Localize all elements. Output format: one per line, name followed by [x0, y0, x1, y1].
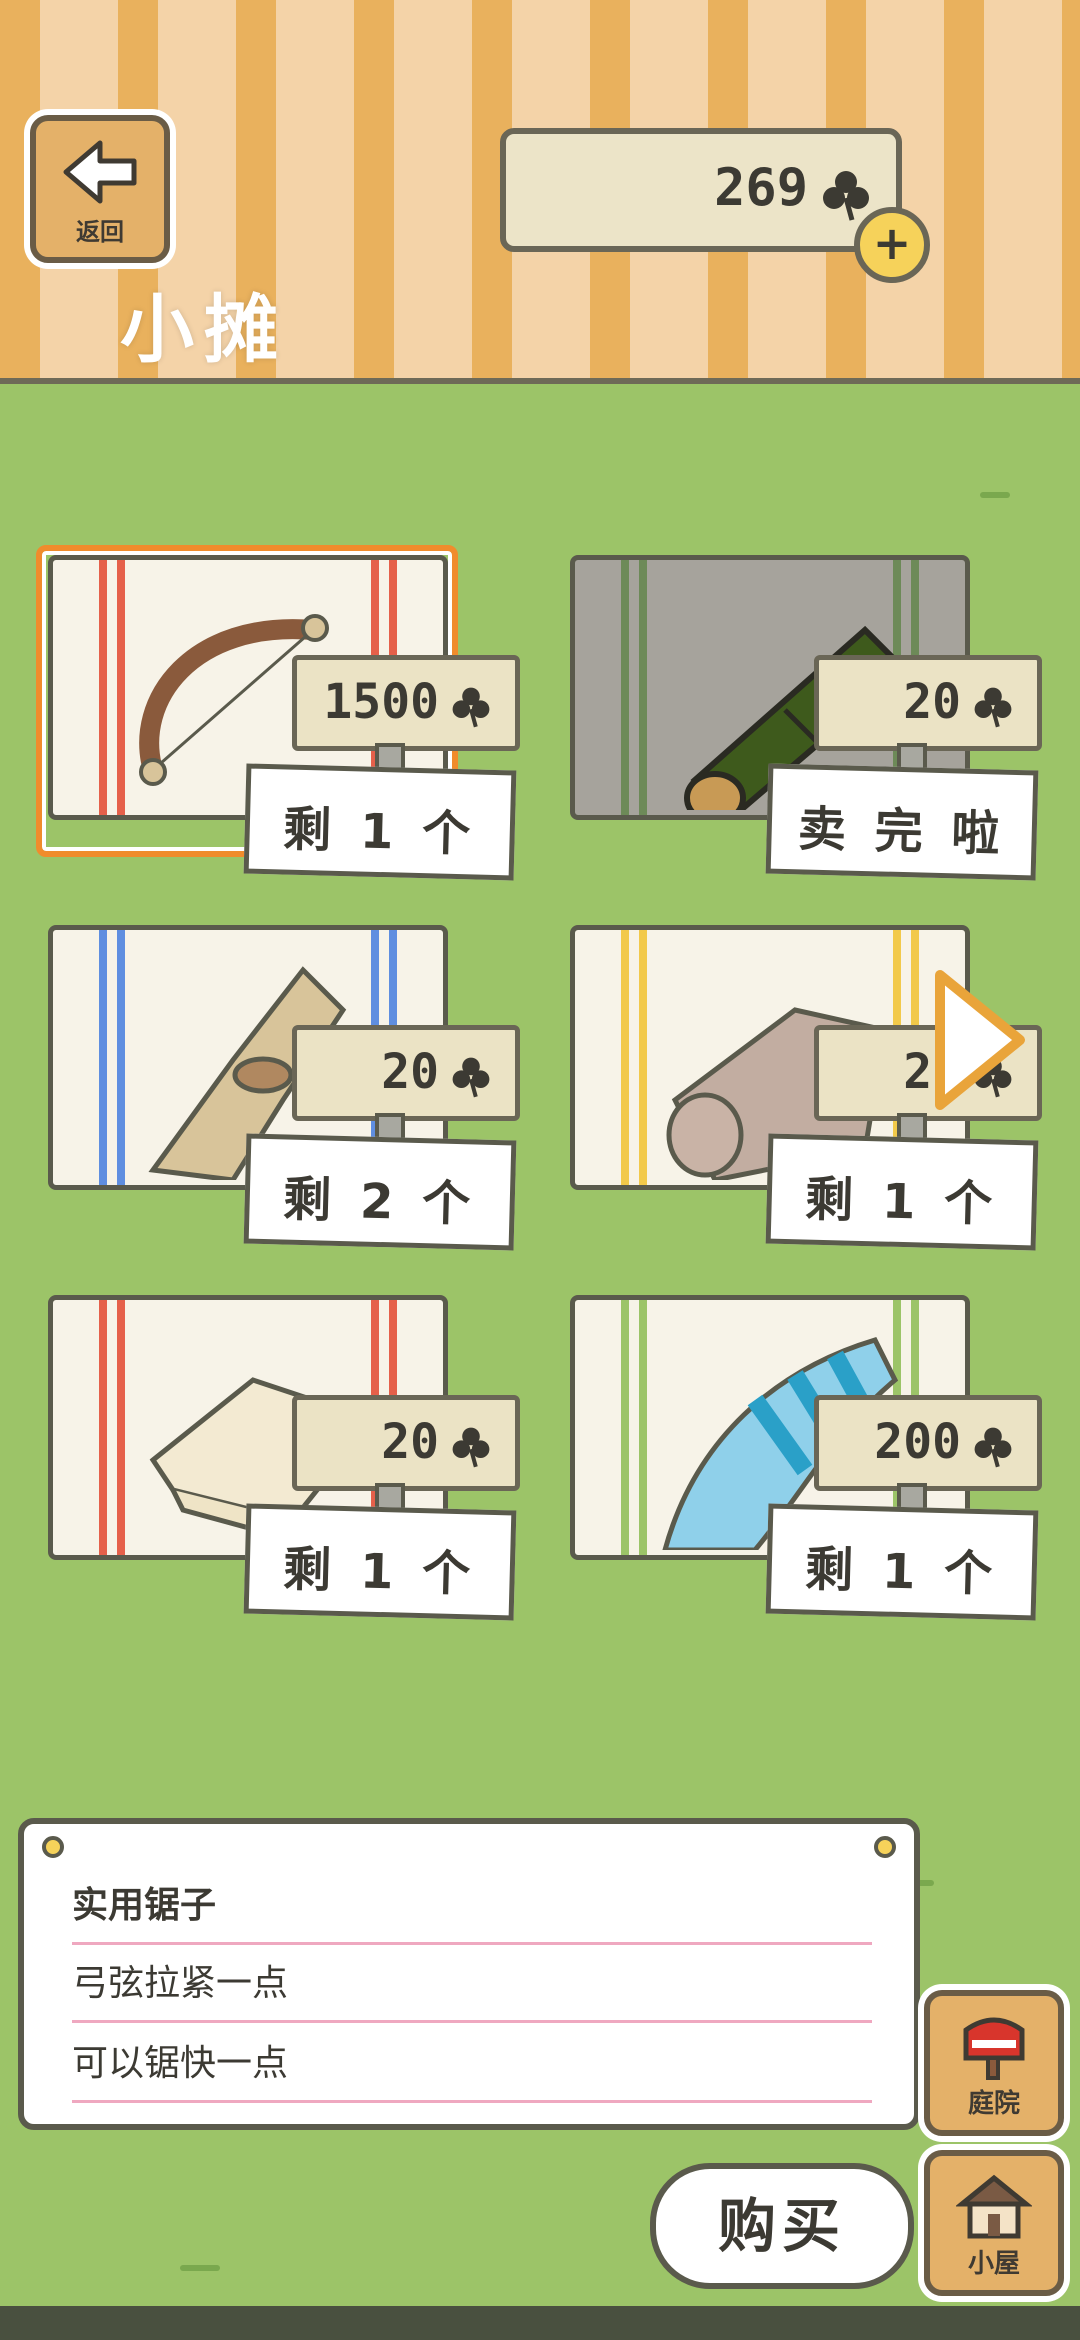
price-tag: 20	[292, 1025, 520, 1121]
system-navigation-bar	[0, 2306, 1080, 2340]
house-icon	[956, 2174, 1032, 2239]
add-clover-button[interactable]: +	[854, 207, 930, 283]
yard-label: 庭院	[967, 2089, 1020, 2119]
clover-icon	[452, 1057, 490, 1098]
pin-dot	[874, 1836, 896, 1858]
stock-label: 剩 1 个	[765, 1503, 1039, 1621]
back-label: 返回	[76, 218, 124, 246]
pin-dot	[42, 1836, 64, 1858]
stock-text: 剩 1 个	[282, 1541, 477, 1603]
price-value: 200	[874, 1414, 961, 1470]
stock-label: 卖 完 啦	[765, 763, 1039, 881]
price-tag: 20	[292, 1395, 520, 1491]
stock-label: 剩 2 个	[243, 1133, 517, 1251]
price-value: 20	[903, 674, 961, 730]
clover-icon	[452, 687, 490, 728]
buy-button[interactable]: 购买	[650, 2163, 914, 2289]
stock-text: 剩 2 个	[282, 1171, 477, 1233]
shop-item-bow[interactable]: 1500 剩 1 个	[30, 545, 555, 881]
house-label: 小屋	[967, 2249, 1020, 2279]
back-button[interactable]: 返回	[30, 115, 170, 263]
yard-button[interactable]: 庭院	[924, 1990, 1064, 2136]
clover-icon	[974, 687, 1012, 728]
description-line-2: 可以锯快一点	[72, 2034, 872, 2103]
shop-item-cloth[interactable]: 20 剩 1 个	[30, 1285, 555, 1621]
price-tag: 200	[814, 1395, 1042, 1491]
grass-mark	[180, 2265, 220, 2271]
item-title: 实用锯子	[72, 1876, 872, 1945]
clover-amount: 269	[714, 158, 808, 218]
stock-text: 剩 1 个	[804, 1171, 999, 1233]
stock-text: 卖 完 啦	[797, 801, 1007, 863]
stock-label: 剩 1 个	[243, 763, 517, 881]
house-button[interactable]: 小屋	[924, 2150, 1064, 2296]
price-value: 1500	[323, 674, 439, 730]
clover-icon	[974, 1427, 1012, 1468]
stock-label: 剩 1 个	[243, 1503, 517, 1621]
price-tag: 20	[814, 655, 1042, 751]
stock-label: 剩 1 个	[765, 1133, 1039, 1251]
price-value: 20	[381, 1414, 439, 1470]
shop-item-shell[interactable]: 200 剩 1 个	[552, 1285, 1077, 1621]
stock-text: 剩 1 个	[282, 801, 477, 863]
next-page-arrow-icon[interactable]	[930, 965, 1030, 1115]
shop-item-bundle[interactable]: 20 剩 2 个	[30, 915, 555, 1251]
page-title: 小摊	[120, 287, 288, 373]
price-tag: 1500	[292, 655, 520, 751]
stock-text: 剩 1 个	[804, 1541, 999, 1603]
clover-balance: 269	[500, 128, 902, 252]
clover-icon	[452, 1427, 490, 1468]
shop-item-bamboo[interactable]: 20 卖 完 啦	[552, 545, 1077, 881]
item-description-panel: 实用锯子 弓弦拉紧一点 可以锯快一点	[18, 1818, 920, 2130]
mailbox-icon	[963, 2017, 1025, 2080]
description-line-1: 弓弦拉紧一点	[72, 1954, 872, 2023]
grass-mark	[980, 492, 1010, 498]
back-arrow-icon	[63, 140, 137, 204]
price-value: 20	[381, 1044, 439, 1100]
